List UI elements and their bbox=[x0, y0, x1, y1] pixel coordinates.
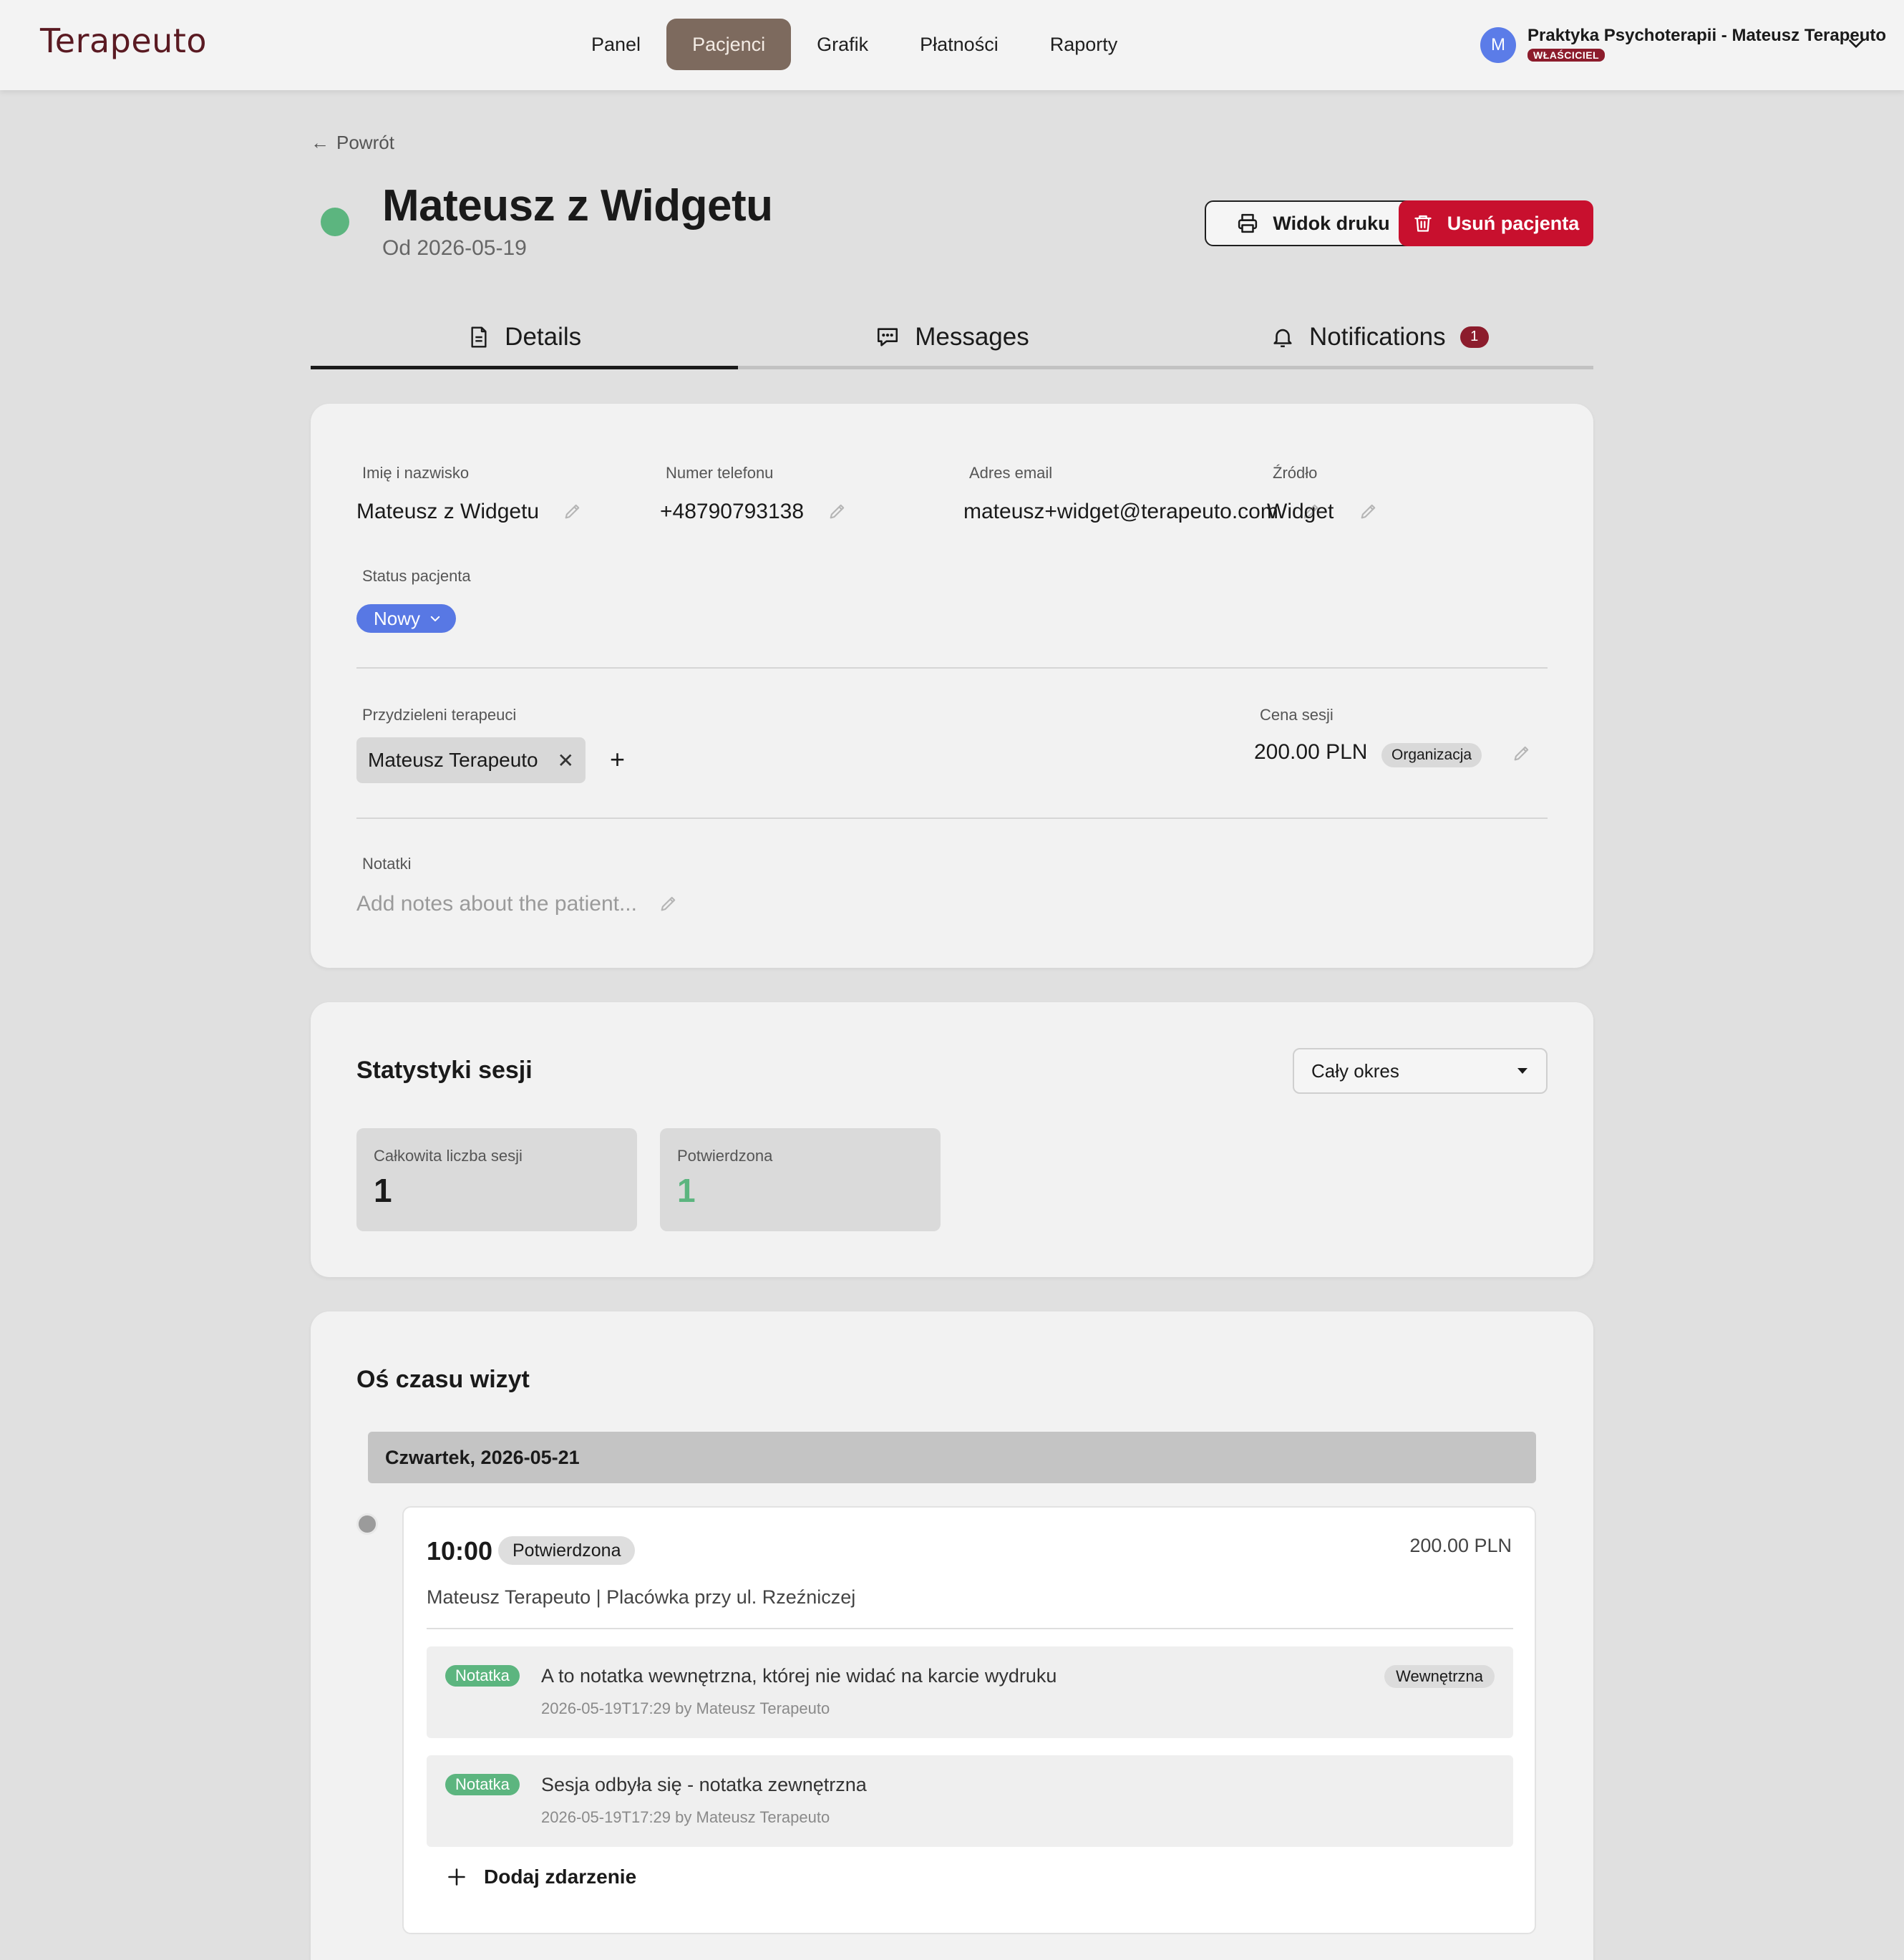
note-type-badge: Notatka bbox=[445, 1665, 520, 1687]
chevron-down-icon bbox=[429, 612, 442, 625]
back-link[interactable]: ← Powrót bbox=[311, 132, 394, 154]
document-icon bbox=[467, 324, 490, 350]
note-type-badge: Notatka bbox=[445, 1774, 520, 1795]
avatar: M bbox=[1480, 27, 1516, 63]
phone-label: Numer telefonu bbox=[666, 464, 774, 482]
price-label: Cena sesji bbox=[1260, 706, 1334, 724]
tab-notifications[interactable]: Notifications 1 bbox=[1166, 308, 1593, 366]
stat-confirmed-sessions: Potwierdzona 1 bbox=[660, 1128, 941, 1231]
patient-tabs: Details Messages Notifications 1 bbox=[311, 308, 1593, 369]
edit-price-pencil-icon[interactable] bbox=[1512, 743, 1532, 763]
note-text: Sesja odbyła się - notatka zewnętrzna bbox=[541, 1774, 867, 1795]
back-label: Powrót bbox=[336, 132, 394, 153]
role-badge: WŁAŚCICIEL bbox=[1527, 49, 1606, 62]
chat-icon bbox=[875, 325, 900, 349]
account-name: Praktyka Psychoterapii - Mateusz Terapeu… bbox=[1527, 26, 1887, 45]
timeline-note: Notatka Sesja odbyła się - notatka zewnę… bbox=[427, 1755, 1513, 1847]
session-stats-card: Statystyki sesji Cały okres Całkowita li… bbox=[311, 1002, 1593, 1277]
note-internal-tag: Wewnętrzna bbox=[1384, 1665, 1495, 1688]
source-label: Źródło bbox=[1273, 464, 1318, 482]
app-logo[interactable]: Terapeuto bbox=[40, 21, 207, 60]
notes-field[interactable]: Add notes about the patient... bbox=[356, 892, 637, 916]
caret-down-icon bbox=[1516, 1067, 1529, 1075]
period-select[interactable]: Cały okres bbox=[1293, 1048, 1548, 1094]
appointment-time: 10:00 bbox=[427, 1536, 493, 1566]
arrow-left-icon: ← bbox=[311, 132, 329, 153]
stats-title: Statystyki sesji bbox=[356, 1057, 533, 1084]
tab-details[interactable]: Details bbox=[311, 308, 739, 369]
patient-status-dropdown[interactable]: Nowy bbox=[356, 604, 457, 633]
nav-item-schedule[interactable]: Grafik bbox=[791, 19, 894, 70]
printer-icon bbox=[1237, 213, 1258, 234]
stat-total-sessions: Całkowita liczba sesji 1 bbox=[356, 1128, 637, 1231]
nav-item-payments[interactable]: Płatności bbox=[894, 19, 1024, 70]
phone-value: +48790793138 bbox=[660, 500, 805, 523]
timeline-dot bbox=[356, 1513, 378, 1535]
appointment-card[interactable]: 10:00 Potwierdzona 200.00 PLN Mateusz Te… bbox=[402, 1506, 1536, 1934]
edit-phone-pencil-icon[interactable] bbox=[827, 501, 847, 521]
account-menu[interactable]: M Praktyka Psychoterapii - Mateusz Terap… bbox=[1480, 26, 1886, 63]
notifications-count-badge: 1 bbox=[1459, 326, 1489, 348]
patient-name: Mateusz z Widgetu bbox=[382, 181, 773, 231]
edit-notes-pencil-icon[interactable] bbox=[659, 893, 679, 913]
remove-therapist-close-icon[interactable]: ✕ bbox=[558, 749, 574, 772]
name-value: Mateusz z Widgetu bbox=[356, 500, 540, 523]
visit-timeline-card: Oś czasu wizyt Czwartek, 2026-05-21 10:0… bbox=[311, 1311, 1593, 1960]
source-value: Widget bbox=[1267, 500, 1334, 523]
email-label: Adres email bbox=[969, 464, 1053, 482]
top-bar: Terapeuto Panel Pacjenci Grafik Płatnośc… bbox=[0, 0, 1904, 90]
timeline-title: Oś czasu wizyt bbox=[356, 1366, 530, 1393]
chevron-down-icon[interactable] bbox=[1847, 34, 1865, 53]
nav-item-patients[interactable]: Pacjenci bbox=[666, 19, 792, 70]
therapist-chip: Mateusz Terapeuto ✕ bbox=[356, 737, 586, 783]
therapist-name: Mateusz Terapeuto bbox=[368, 749, 538, 771]
nav-item-panel[interactable]: Panel bbox=[565, 19, 666, 70]
notes-label: Notatki bbox=[362, 855, 412, 873]
bell-icon bbox=[1271, 324, 1295, 350]
name-label: Imię i nazwisko bbox=[362, 464, 470, 482]
price-source-badge: Organizacja bbox=[1381, 743, 1482, 767]
timeline-date-header: Czwartek, 2026-05-21 bbox=[368, 1432, 1536, 1483]
note-text: A to notatka wewnętrzna, której nie wida… bbox=[541, 1665, 1057, 1687]
delete-patient-button[interactable]: Usuń pacjenta bbox=[1399, 200, 1593, 246]
note-meta: 2026-05-19T17:29 by Mateusz Terapeuto bbox=[541, 1699, 830, 1717]
patient-status-dot bbox=[321, 208, 349, 236]
email-value: mateusz+widget@terapeuto.com bbox=[963, 500, 1278, 523]
patient-since: Od 2026-05-19 bbox=[382, 236, 527, 260]
trash-icon bbox=[1413, 213, 1433, 234]
edit-source-pencil-icon[interactable] bbox=[1359, 501, 1379, 521]
appointment-meta: Mateusz Terapeuto | Placówka przy ul. Rz… bbox=[427, 1586, 856, 1608]
note-meta: 2026-05-19T17:29 by Mateusz Terapeuto bbox=[541, 1808, 830, 1826]
appointment-status-badge: Potwierdzona bbox=[498, 1536, 636, 1565]
timeline-note: Notatka A to notatka wewnętrzna, której … bbox=[427, 1646, 1513, 1738]
price-value: 200.00 PLN bbox=[1254, 740, 1368, 764]
therapists-label: Przydzieleni terapeuci bbox=[362, 706, 517, 724]
main-nav: Panel Pacjenci Grafik Płatności Raporty bbox=[565, 19, 1143, 70]
nav-item-reports[interactable]: Raporty bbox=[1024, 19, 1144, 70]
add-event-button[interactable]: Dodaj zdarzenie bbox=[447, 1866, 636, 1888]
appointment-price: 200.00 PLN bbox=[1409, 1535, 1512, 1556]
edit-name-pencil-icon[interactable] bbox=[563, 501, 583, 521]
add-therapist-plus-icon[interactable]: + bbox=[610, 744, 625, 775]
status-label: Status pacjenta bbox=[362, 567, 471, 585]
divider bbox=[356, 667, 1548, 669]
tab-messages[interactable]: Messages bbox=[738, 308, 1165, 366]
patient-details-card: Imię i nazwisko Mateusz z Widgetu Numer … bbox=[311, 404, 1593, 968]
divider bbox=[356, 818, 1548, 819]
plus-icon bbox=[447, 1867, 467, 1887]
divider bbox=[427, 1628, 1513, 1629]
print-view-button[interactable]: Widok druku bbox=[1205, 200, 1422, 246]
